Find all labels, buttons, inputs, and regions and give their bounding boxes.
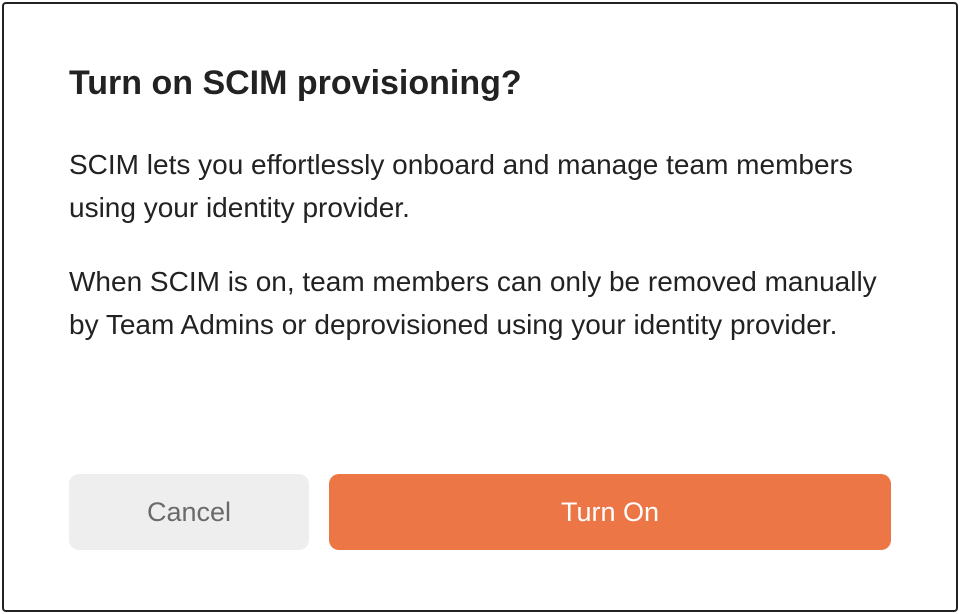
dialog-body: SCIM lets you effortlessly onboard and m…	[69, 143, 891, 454]
dialog-paragraph-2: When SCIM is on, team members can only b…	[69, 260, 891, 347]
dialog-title: Turn on SCIM provisioning?	[69, 64, 891, 103]
cancel-button[interactable]: Cancel	[69, 474, 309, 550]
dialog-actions: Cancel Turn On	[69, 474, 891, 550]
confirmation-dialog: Turn on SCIM provisioning? SCIM lets you…	[2, 2, 958, 612]
dialog-paragraph-1: SCIM lets you effortlessly onboard and m…	[69, 143, 891, 230]
turn-on-button[interactable]: Turn On	[329, 474, 891, 550]
